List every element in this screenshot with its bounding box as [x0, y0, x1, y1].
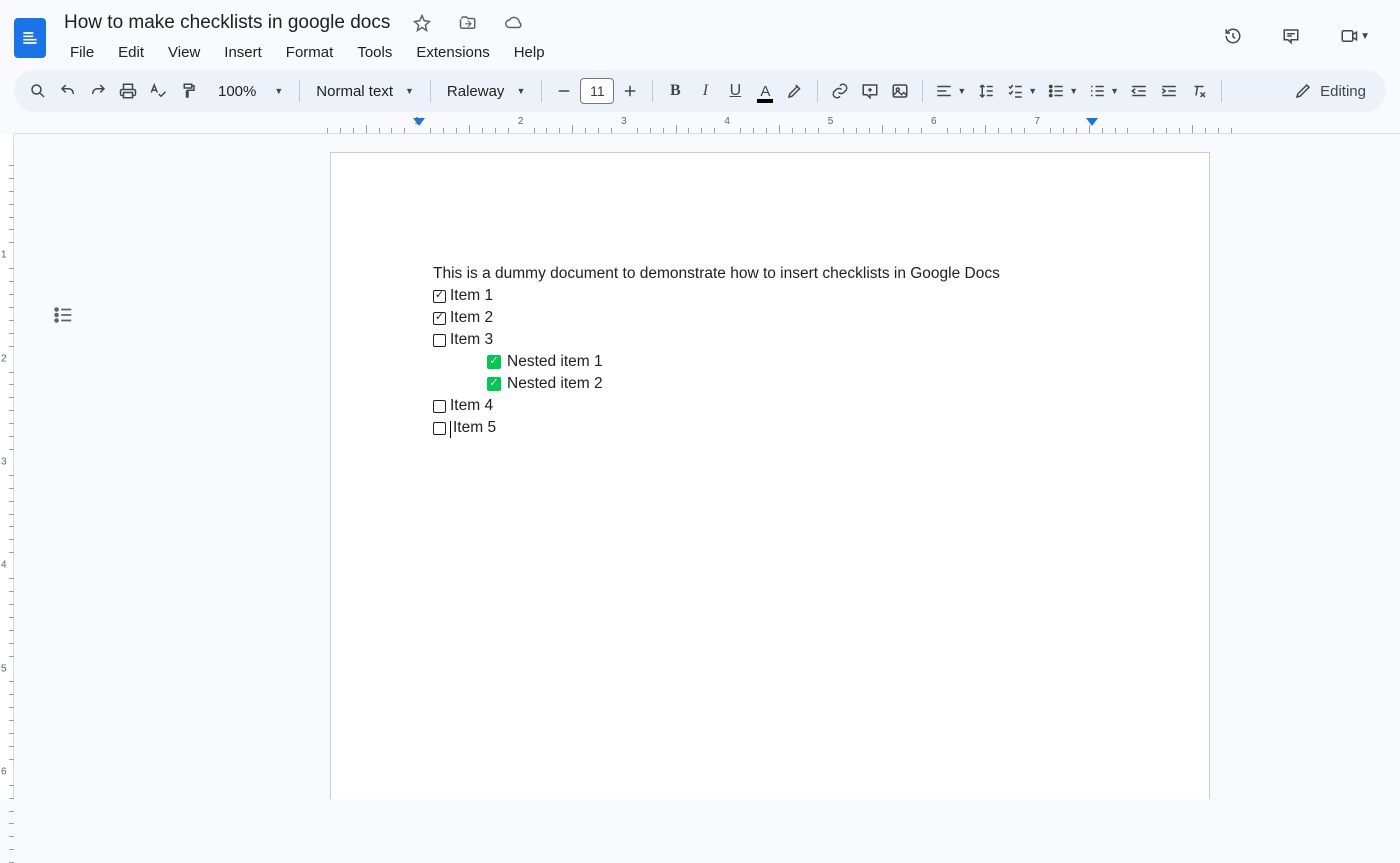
history-icon[interactable] — [1218, 21, 1248, 51]
separator — [652, 80, 653, 102]
font-size-decrease[interactable] — [550, 76, 578, 106]
separator — [299, 80, 300, 102]
align-button[interactable]: ▼ — [931, 76, 970, 106]
line-spacing-button[interactable] — [972, 76, 1000, 106]
vertical-ruler[interactable]: 123456 — [0, 134, 14, 799]
ruler-number: 6 — [931, 116, 937, 127]
font-select[interactable]: Raleway▼ — [439, 76, 533, 106]
font-size-input[interactable]: 11 — [580, 78, 614, 104]
print-icon[interactable] — [114, 76, 142, 106]
increase-indent-button[interactable] — [1155, 76, 1183, 106]
checklist-button[interactable]: ▼ — [1002, 76, 1041, 106]
checkbox-outline-icon[interactable] — [433, 312, 446, 325]
ruler-number: 7 — [1034, 116, 1040, 127]
titlebar: How to make checklists in google docs Fi… — [0, 0, 1400, 64]
checkbox-outline-icon[interactable] — [433, 290, 446, 303]
document-canvas[interactable]: This is a dummy document to demonstrate … — [14, 134, 1400, 799]
checkbox-filled-icon[interactable] — [487, 355, 501, 369]
insert-image-icon[interactable] — [886, 76, 914, 106]
insert-link-icon[interactable] — [826, 76, 854, 106]
checklist-item[interactable]: Nested item 2 — [433, 373, 1107, 395]
menu-edit[interactable]: Edit — [108, 40, 154, 65]
checklist-item[interactable]: Nested item 1 — [433, 351, 1107, 373]
undo-icon[interactable] — [54, 76, 82, 106]
decrease-indent-button[interactable] — [1125, 76, 1153, 106]
checklist-item[interactable]: Item 3 — [433, 329, 1107, 351]
move-icon[interactable] — [454, 8, 482, 38]
ruler-number: 3 — [621, 116, 627, 127]
menu-help[interactable]: Help — [504, 40, 555, 65]
menu-insert[interactable]: Insert — [214, 40, 272, 65]
page[interactable]: This is a dummy document to demonstrate … — [330, 152, 1210, 799]
checklist-item[interactable]: Item 4 — [433, 395, 1107, 417]
outline-toggle-icon[interactable] — [52, 304, 74, 331]
clear-formatting-button[interactable] — [1185, 76, 1213, 106]
numbered-list-button[interactable]: ▼ — [1084, 76, 1123, 106]
highlight-button[interactable] — [781, 76, 809, 106]
ruler-number: 1 — [415, 116, 421, 127]
ruler-number: 2 — [518, 116, 524, 127]
bold-button[interactable]: B — [661, 76, 689, 106]
doc-title[interactable]: How to make checklists in google docs — [60, 10, 394, 36]
redo-icon[interactable] — [84, 76, 112, 106]
star-icon[interactable] — [408, 8, 436, 38]
italic-button[interactable]: I — [691, 76, 719, 106]
checklist-item-label[interactable]: Item 1 — [450, 285, 493, 307]
paragraph-style-select[interactable]: Normal text▼ — [308, 76, 422, 106]
add-comment-icon[interactable] — [856, 76, 884, 106]
cloud-status-icon[interactable] — [500, 8, 528, 38]
text-color-button[interactable]: A — [751, 76, 779, 106]
meet-icon[interactable]: ▼ — [1334, 21, 1376, 51]
bulleted-list-button[interactable]: ▼ — [1043, 76, 1082, 106]
menu-tools[interactable]: Tools — [347, 40, 402, 65]
checklist-item-label[interactable]: Item 4 — [450, 395, 493, 417]
toolbar: 100%▼ Normal text▼ Raleway▼ 11 B I U A ▼… — [14, 70, 1386, 112]
menubar: File Edit View Insert Format Tools Exten… — [60, 40, 555, 65]
menu-view[interactable]: View — [158, 40, 210, 65]
underline-button[interactable]: U — [721, 76, 749, 106]
text-cursor — [450, 421, 451, 438]
menu-file[interactable]: File — [60, 40, 104, 65]
checkbox-outline-icon[interactable] — [433, 334, 446, 347]
docs-logo-icon[interactable] — [14, 18, 46, 58]
ruler-number: 4 — [724, 116, 730, 127]
checklist-item[interactable]: Item 1 — [433, 285, 1107, 307]
separator — [1221, 80, 1222, 102]
checkbox-outline-icon[interactable] — [433, 400, 446, 413]
ruler-number: 5 — [828, 116, 834, 127]
comments-icon[interactable] — [1276, 21, 1306, 51]
menu-extensions[interactable]: Extensions — [406, 40, 499, 65]
separator — [541, 80, 542, 102]
horizontal-ruler[interactable]: 1 2 3 4 5 6 7 — [14, 116, 1400, 134]
spellcheck-icon[interactable] — [144, 76, 172, 106]
search-icon[interactable] — [24, 76, 52, 106]
checklist-item[interactable]: Item 5 — [433, 417, 1107, 439]
zoom-select[interactable]: 100%▼ — [204, 76, 291, 106]
paint-format-icon[interactable] — [174, 76, 202, 106]
checkbox-filled-icon[interactable] — [487, 377, 501, 391]
checklist-item-label[interactable]: Item 3 — [450, 329, 493, 351]
separator — [922, 80, 923, 102]
checklist-item-label[interactable]: Item 2 — [450, 307, 493, 329]
menu-format[interactable]: Format — [276, 40, 344, 65]
checklist-item-label[interactable]: Item 5 — [453, 417, 496, 439]
checklist-item-label[interactable]: Nested item 2 — [507, 373, 603, 395]
font-size-increase[interactable] — [616, 76, 644, 106]
checkbox-outline-icon[interactable] — [433, 422, 446, 435]
intro-text[interactable]: This is a dummy document to demonstrate … — [433, 263, 1107, 285]
separator — [817, 80, 818, 102]
checklist-item[interactable]: Item 2 — [433, 307, 1107, 329]
separator — [430, 80, 431, 102]
mode-select[interactable]: Editing — [1284, 76, 1376, 106]
checklist-item-label[interactable]: Nested item 1 — [507, 351, 603, 373]
